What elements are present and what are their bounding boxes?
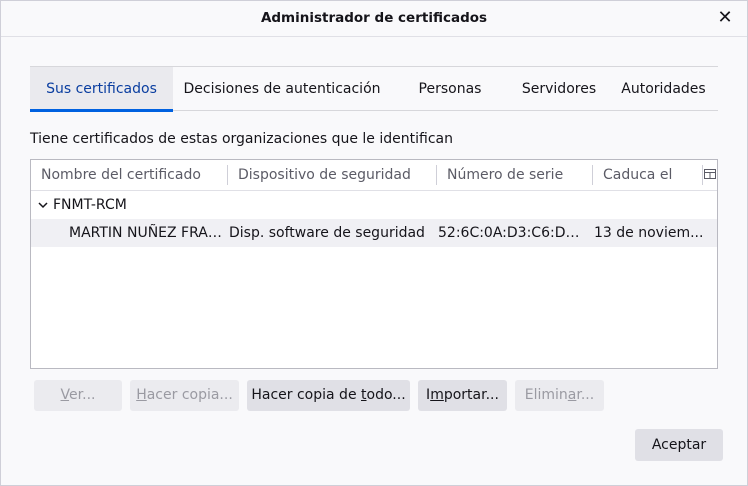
column-header-expires[interactable]: Caduca el xyxy=(603,160,699,191)
view-button[interactable]: Ver... xyxy=(34,380,122,411)
tab-people[interactable]: Personas xyxy=(391,67,509,111)
table-row[interactable]: MARTIN NUÑEZ FRAN... Disp. software de s… xyxy=(31,219,717,247)
label-part: r... xyxy=(576,387,595,403)
description-text: Tiene certificados de estas organizacion… xyxy=(30,131,453,147)
tab-label: Autoridades xyxy=(621,81,706,97)
column-separator[interactable] xyxy=(227,165,228,185)
column-separator[interactable] xyxy=(592,165,593,185)
chevron-down-icon[interactable] xyxy=(37,199,49,211)
column-picker-icon[interactable] xyxy=(704,168,716,180)
backup-button[interactable]: Hacer copia... xyxy=(130,380,239,411)
column-separator[interactable] xyxy=(702,165,703,185)
tab-authorities[interactable]: Autoridades xyxy=(609,67,718,111)
cell-security-device: Disp. software de seguridad xyxy=(229,225,425,241)
backup-all-button[interactable]: Hacer copia de todo... xyxy=(247,380,410,411)
window-title: Administrador de certificados xyxy=(260,10,488,26)
access-key: V xyxy=(60,387,70,403)
certificate-manager-window: Administrador de certificados ✕ Sus cert… xyxy=(0,0,748,486)
tab-label: Sus certificados xyxy=(46,81,157,97)
group-name: FNMT-RCM xyxy=(53,197,127,213)
tab-label: Decisiones de autenticación xyxy=(183,81,381,97)
column-separator[interactable] xyxy=(436,165,437,185)
tab-bar: Sus certificados Decisiones de autentica… xyxy=(30,66,718,112)
tab-your-certificates[interactable]: Sus certificados xyxy=(30,67,173,112)
title-bar: Administrador de certificados ✕ xyxy=(1,1,747,37)
cell-certificate-name: MARTIN NUÑEZ FRAN... xyxy=(69,225,227,241)
cell-expires: 13 de noviem... xyxy=(594,225,704,241)
label-part: Hacer copia de xyxy=(251,387,362,403)
close-button[interactable]: ✕ xyxy=(715,7,735,29)
access-key: m xyxy=(430,387,444,403)
certificate-tree[interactable]: Nombre del certificado Dispositivo de se… xyxy=(30,159,718,369)
delete-button[interactable]: Eliminar... xyxy=(515,380,604,411)
tree-group-row[interactable]: FNMT-RCM xyxy=(31,191,717,219)
column-header-serial[interactable]: Número de serie xyxy=(447,160,592,191)
label-part: er... xyxy=(69,387,96,403)
label-part: portar... xyxy=(443,387,499,403)
import-button[interactable]: Importar... xyxy=(418,380,507,411)
tab-label: Personas xyxy=(418,81,482,97)
accept-button[interactable]: Aceptar xyxy=(635,429,723,461)
label-part: acer copia... xyxy=(146,387,233,403)
cell-serial-number: 52:6C:0A:D3:C6:D0:7... xyxy=(438,225,588,241)
access-key: H xyxy=(136,387,147,403)
column-header-device[interactable]: Dispositivo de seguridad xyxy=(238,160,436,191)
label-part: odo... xyxy=(366,387,406,403)
label-part: Elimin xyxy=(524,387,568,403)
tab-authentication-decisions[interactable]: Decisiones de autenticación xyxy=(173,67,391,111)
tab-label: Servidores xyxy=(521,81,597,97)
tree-header: Nombre del certificado Dispositivo de se… xyxy=(31,160,717,191)
tab-servers[interactable]: Servidores xyxy=(509,67,609,111)
column-header-name[interactable]: Nombre del certificado xyxy=(41,160,227,191)
